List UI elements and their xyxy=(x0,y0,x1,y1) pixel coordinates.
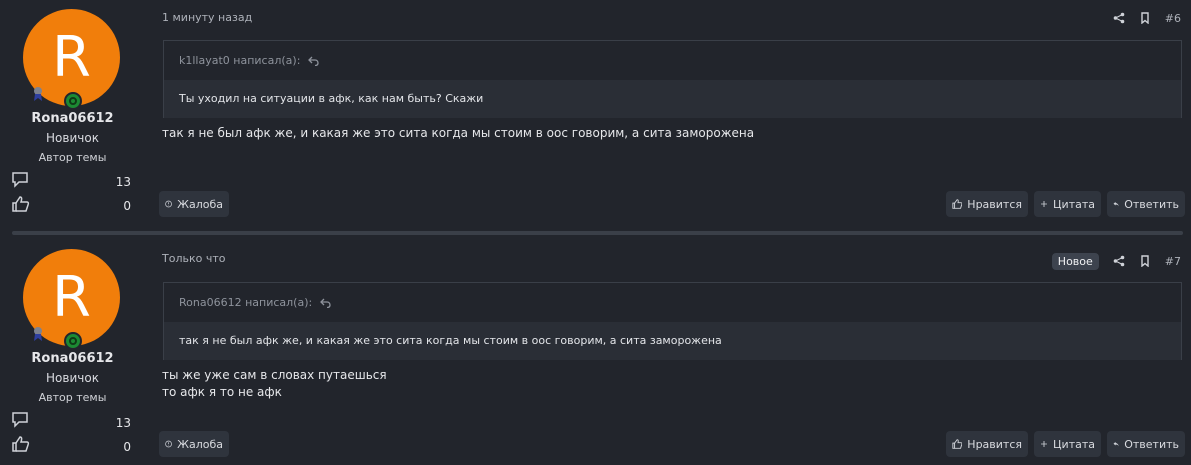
post-number[interactable]: #6 xyxy=(1165,12,1181,25)
reply-icon xyxy=(1113,201,1119,207)
new-badge: Новое xyxy=(1051,252,1099,270)
message-line: то афк я то не афк xyxy=(162,385,282,399)
online-status-icon xyxy=(64,92,82,110)
quote-text: так я не был афк же, и какая же это сита… xyxy=(179,334,722,347)
post-number[interactable]: #7 xyxy=(1165,255,1181,268)
quote-jump-icon[interactable] xyxy=(320,298,331,308)
quote-header: k1llayat0 написал(а): xyxy=(164,41,1181,79)
post-separator xyxy=(12,231,1183,235)
reply-button[interactable]: Ответить xyxy=(1107,431,1185,457)
like-button[interactable]: Нравится xyxy=(946,191,1028,217)
award-icon xyxy=(34,327,42,341)
report-button[interactable]: Жалоба xyxy=(159,191,229,217)
user-rank: Новичок xyxy=(46,131,99,145)
share-icon[interactable] xyxy=(1113,12,1125,24)
messages-icon xyxy=(12,412,28,428)
message-count: 13 xyxy=(115,416,131,430)
post-header-actions: #6 xyxy=(1113,9,1181,27)
reaction-count: 0 xyxy=(123,199,131,213)
quote-text: Ты уходил на ситуации в афк, как нам быт… xyxy=(179,92,484,105)
online-status-icon xyxy=(64,332,82,350)
user-sidebar: R Rona06612 Новичок Автор темы 13 0 xyxy=(0,0,145,230)
report-icon xyxy=(165,440,172,448)
reply-label: Ответить xyxy=(1124,437,1179,451)
likes-icon xyxy=(12,436,30,452)
quote-block: Rona06612 написал(а): так я не был афк ж… xyxy=(163,282,1182,360)
message-line: так я не был афк же, и какая же это сита… xyxy=(162,126,755,140)
plus-icon xyxy=(1041,441,1047,447)
post-6: R Rona06612 Новичок Автор темы 13 0 1 ми… xyxy=(0,0,1191,230)
message-line: ты же уже сам в словах путаешься xyxy=(162,368,387,382)
quote-label: Цитата xyxy=(1053,437,1095,451)
quote-button[interactable]: Цитата xyxy=(1034,191,1101,217)
quote-body: так я не был афк же, и какая же это сита… xyxy=(164,322,1181,360)
like-button[interactable]: Нравится xyxy=(946,431,1028,457)
thread-author-label: Автор темы xyxy=(38,151,107,164)
share-icon[interactable] xyxy=(1113,255,1125,267)
like-icon xyxy=(952,199,963,209)
username[interactable]: Rona06612 xyxy=(0,111,145,126)
quote-body: Ты уходил на ситуации в афк, как нам быт… xyxy=(164,80,1181,118)
likes-icon xyxy=(12,196,30,212)
quote-header-row: k1llayat0 написал(а): xyxy=(179,54,320,67)
post-time[interactable]: 1 минуту назад xyxy=(162,11,252,24)
user-sidebar: R Rona06612 Новичок Автор темы 13 0 xyxy=(0,240,145,465)
message-count: 13 xyxy=(115,175,131,189)
message-body: ты же уже сам в словах путаешься то афк … xyxy=(162,367,387,401)
reply-label: Ответить xyxy=(1124,197,1179,211)
reply-icon xyxy=(1113,441,1119,447)
report-icon xyxy=(165,200,172,208)
reply-button[interactable]: Ответить xyxy=(1107,191,1185,217)
plus-icon xyxy=(1041,201,1047,207)
like-label: Нравится xyxy=(967,437,1022,451)
reaction-count: 0 xyxy=(123,440,131,454)
quote-author[interactable]: k1llayat0 написал(а): xyxy=(179,54,300,67)
user-rank: Новичок xyxy=(46,371,99,385)
report-button[interactable]: Жалоба xyxy=(159,431,229,457)
quote-header: Rona06612 написал(а): xyxy=(164,283,1181,321)
bookmark-icon[interactable] xyxy=(1139,12,1151,24)
report-label: Жалоба xyxy=(177,437,223,451)
thread-author-label: Автор темы xyxy=(38,391,107,404)
post-time[interactable]: Только что xyxy=(162,252,225,265)
quote-block: k1llayat0 написал(а): Ты уходил на ситуа… xyxy=(163,40,1182,118)
quote-header-row: Rona06612 написал(а): xyxy=(179,296,331,309)
like-label: Нравится xyxy=(967,197,1022,211)
quote-author[interactable]: Rona06612 написал(а): xyxy=(179,296,312,309)
post-7: R Rona06612 Новичок Автор темы 13 0 Толь… xyxy=(0,240,1191,465)
like-icon xyxy=(952,439,963,449)
quote-button[interactable]: Цитата xyxy=(1034,431,1101,457)
message-body: так я не был афк же, и какая же это сита… xyxy=(162,125,754,142)
username[interactable]: Rona06612 xyxy=(0,351,145,366)
post-header-actions: Новое #7 xyxy=(1051,252,1181,270)
quote-label: Цитата xyxy=(1053,197,1095,211)
quote-jump-icon[interactable] xyxy=(308,56,320,66)
award-icon xyxy=(34,87,42,101)
messages-icon xyxy=(12,172,28,188)
report-label: Жалоба xyxy=(177,197,223,211)
bookmark-icon[interactable] xyxy=(1139,255,1151,267)
